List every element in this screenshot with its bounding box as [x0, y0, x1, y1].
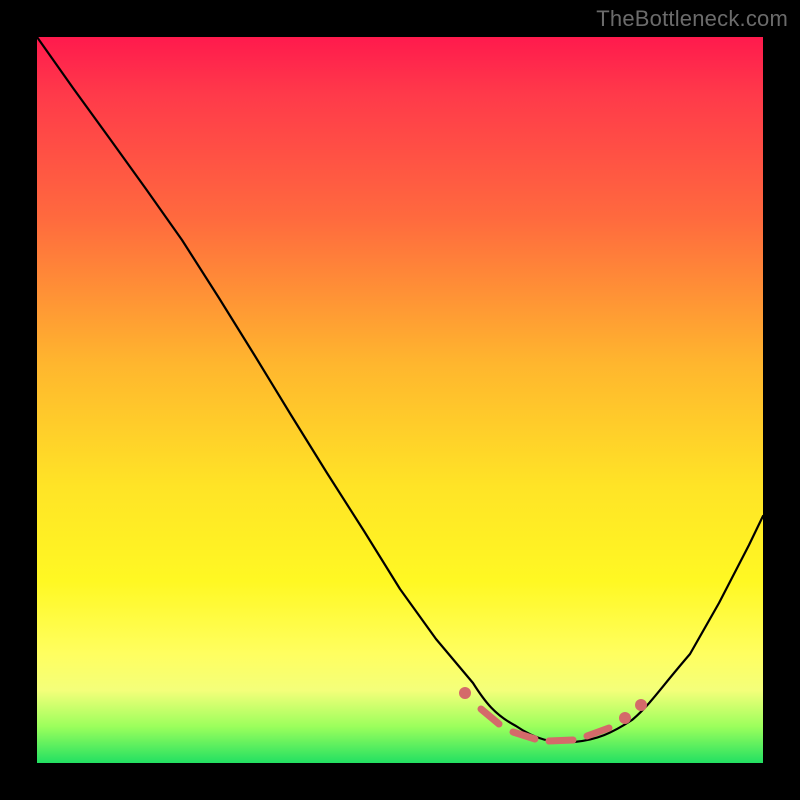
highlight-dots [459, 687, 647, 741]
chart-frame: TheBottleneck.com [0, 0, 800, 800]
plot-area [37, 37, 763, 763]
curve-svg [37, 37, 763, 763]
watermark-text: TheBottleneck.com [596, 6, 788, 32]
bottleneck-curve [37, 37, 763, 742]
